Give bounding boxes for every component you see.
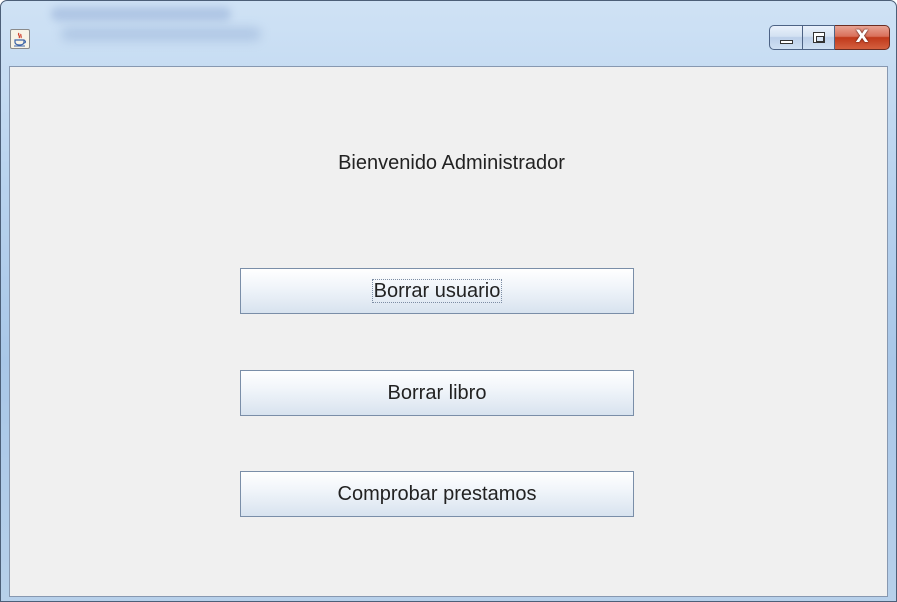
java-coffee-icon[interactable]	[10, 29, 30, 49]
title-bar-blur	[51, 7, 231, 21]
maximize-button[interactable]	[802, 25, 835, 50]
close-button[interactable]: X	[835, 25, 890, 50]
minimize-button[interactable]	[769, 25, 802, 50]
main-panel: Bienvenido Administrador Borrar usuario …	[9, 66, 888, 597]
delete-user-label: Borrar usuario	[371, 279, 503, 303]
minimize-icon	[780, 40, 793, 44]
title-bar-blur	[61, 27, 261, 41]
title-bar[interactable]: X	[1, 1, 896, 61]
java-coffee-icon-graphic	[14, 32, 26, 47]
check-loans-button[interactable]: Comprobar prestamos	[240, 471, 634, 517]
welcome-label: Bienvenido Administrador	[338, 152, 565, 174]
maximize-icon	[813, 32, 825, 43]
delete-user-button[interactable]: Borrar usuario	[240, 268, 634, 314]
close-icon: X	[855, 27, 869, 47]
window-controls: X	[769, 25, 890, 52]
app-window: X Bienvenido Administrador Borrar usuari…	[0, 0, 897, 602]
delete-book-button[interactable]: Borrar libro	[240, 370, 634, 416]
check-loans-label: Comprobar prestamos	[337, 483, 537, 505]
delete-book-label: Borrar libro	[387, 382, 487, 404]
